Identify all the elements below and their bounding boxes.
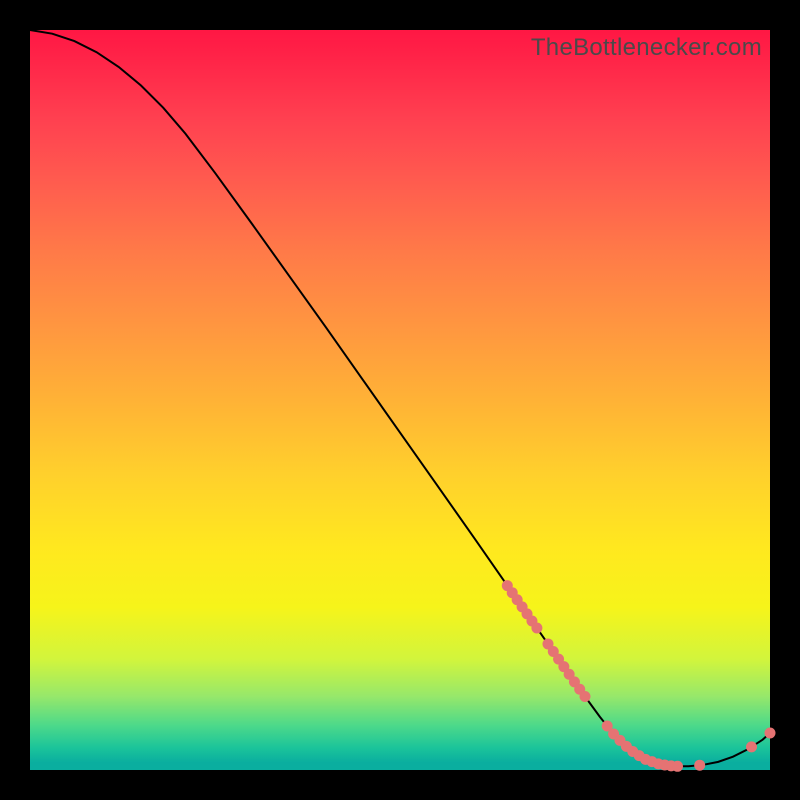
data-marker [531, 623, 542, 634]
data-marker [580, 691, 591, 702]
data-marker [543, 638, 554, 649]
data-marker [621, 741, 632, 752]
data-marker [564, 669, 575, 680]
data-marker [765, 728, 776, 739]
data-marker [502, 580, 513, 591]
data-marker [646, 756, 657, 767]
curve-layer [30, 30, 770, 770]
data-marker [640, 754, 651, 765]
data-marker [659, 759, 670, 770]
chart-frame: TheBottlenecker.com [30, 30, 770, 770]
data-marker [512, 594, 523, 605]
data-marker [746, 741, 757, 752]
data-marker [553, 654, 564, 665]
data-marker [634, 750, 645, 761]
data-marker [526, 615, 537, 626]
data-marker [672, 761, 683, 772]
data-marker [574, 684, 585, 695]
markers-group [502, 580, 776, 772]
bottleneck-curve [30, 30, 770, 766]
data-marker [666, 760, 677, 771]
data-marker [522, 608, 533, 619]
data-marker [653, 758, 664, 769]
data-marker [507, 587, 518, 598]
data-marker [569, 676, 580, 687]
data-marker [608, 728, 619, 739]
watermark-label: TheBottlenecker.com [531, 34, 762, 62]
data-marker [517, 601, 528, 612]
data-marker [558, 661, 569, 672]
data-marker [627, 746, 638, 757]
data-marker [694, 760, 705, 771]
data-marker [614, 735, 625, 746]
data-marker [602, 720, 613, 731]
data-marker [548, 646, 559, 657]
